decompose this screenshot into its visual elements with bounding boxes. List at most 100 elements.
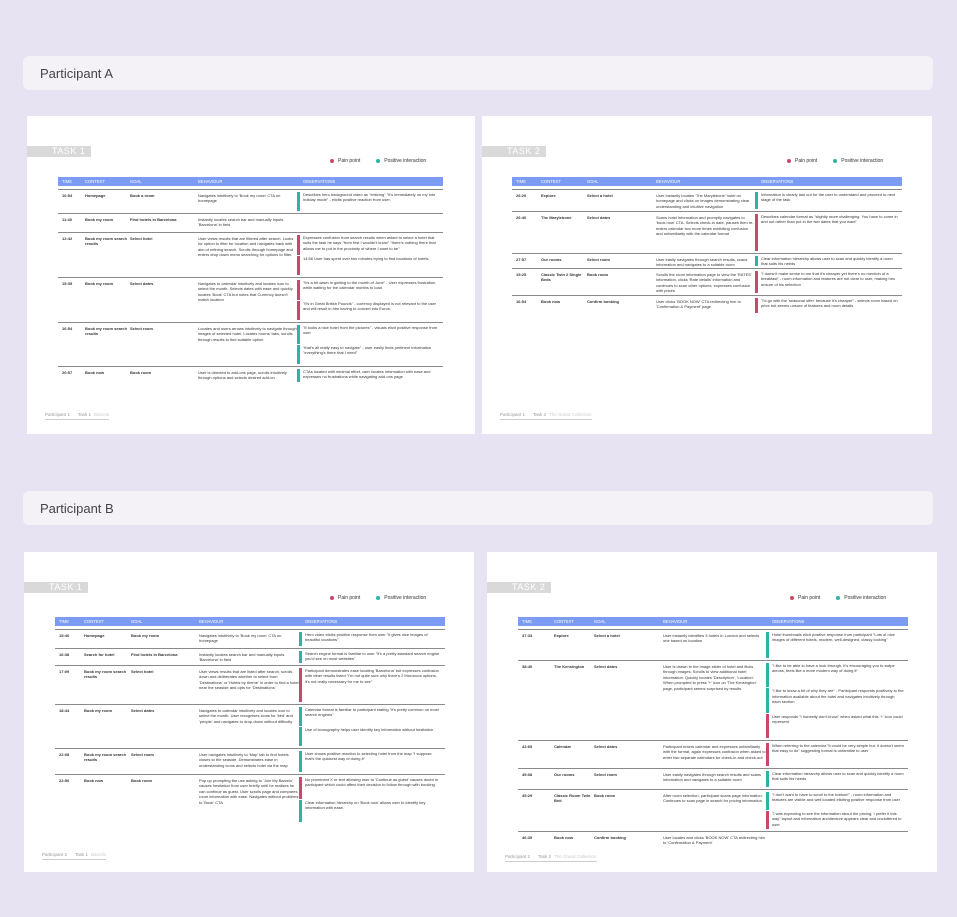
cell-behaviour: User is drawn to the image slider of hot… [663,664,757,691]
pos-marker-icon [766,663,769,688]
pain-marker-icon [766,811,769,829]
pain-dot-icon [790,595,794,600]
task-label: TASK 1 [24,582,88,593]
column-header: TIME [522,619,533,624]
table-row: 12:42 Book my room search results Select h… [58,232,443,277]
pain-point-observation: No prominent X or text allowing user to … [299,777,441,799]
cell-context: Book my room search results [85,326,127,337]
column-header: OBSERVATIONS [772,619,805,624]
footer-task: Task 1 [78,412,92,417]
cell-goal: Find hotels in Barcelona [131,652,178,657]
table-row: 15:40 Homepage Book my room Navigates intui… [55,629,445,648]
cell-time: 45:29 [522,793,533,798]
cell-time: 38:40 [522,664,533,669]
positive-observation: Hotel thumbnails elicit positive respons… [766,632,904,658]
observation-text: Clear information hierarchy on 'Book now… [305,800,426,811]
observation-text: Clear information hierarchy allows user … [772,771,904,782]
positive-dot-icon [836,595,841,600]
column-header: OBSERVATIONS [303,179,336,184]
column-header: OBSERVATIONS [305,619,338,624]
cell-goal: Select dates [594,744,618,749]
column-header: GOAL [587,179,599,184]
pain-marker-icon [766,743,769,766]
positive-observation: Search engine format is familiar to user… [299,651,441,663]
cell-behaviour: User navigates intuitively to 'Map' tab … [199,752,289,768]
column-header: BEHAVIOUR [199,619,224,624]
pain-point-observation: "I doesn't make sense to me that it's ch… [755,271,898,293]
cell-behaviour: User views results that are filtered aft… [198,236,294,258]
table-row: 42:69 Calendar Select dates Participant ent… [518,740,908,768]
legend-positive-label: Positive interaction [384,158,427,164]
legend-pain-label: Pain point [798,595,821,601]
cell-time: 16:54 [516,299,527,304]
cell-behaviour: Scans hotel information and promptly nav… [656,215,754,237]
pain-marker-icon [297,300,300,320]
positive-observation: Use of iconography helps user identify k… [299,727,441,746]
pain-point-observation: User responds "I honestly don't know" wh… [766,713,904,738]
positive-observation: "I like to be able to have a look throug… [766,663,904,688]
pain-point-observation: "It's a bit dawn in getting to the month… [297,280,439,300]
footer-extra: Barcelo [94,412,110,417]
pain-marker-icon [755,271,758,293]
pain-point-observation: "I'd go with the 'seasonal offer' becaus… [755,298,898,313]
cell-time: 15:35 [62,281,73,286]
table-row: 10:54 Homepage Book a room Navigates intuit… [58,189,443,213]
cell-behaviour: Participant enters calendar and expresse… [663,744,766,760]
footer-participant: Participant 2 [505,854,531,859]
positive-observation: "I like to know a bit of why they are" -… [766,688,904,713]
cell-time: 15:25 [516,272,527,277]
cell-goal: Book room [594,793,616,798]
cell-context: Calendar [554,744,572,749]
cell-time: 46:39 [522,835,533,840]
positive-observation: User shows positive reaction to selectin… [299,751,441,772]
table-row: 38:40 The Kensington Select dates User is d… [518,660,908,740]
pain-point-observation: When referring to the calendar "it could… [766,743,904,766]
task-label: TASK 2 [487,582,551,593]
cell-context: Explore [541,193,556,198]
cell-context: Book my room search results [85,236,127,247]
pain-point-observation: Participant demonstrates ease locating '… [299,668,441,702]
observation-text: "I was expecting to see the information … [772,811,902,827]
cell-context: Our rooms [541,257,562,262]
cell-context: Book my room [84,708,113,713]
cell-time: 12:42 [62,236,73,241]
pain-point-observation: 14:56 User has spent over two minutes tr… [297,255,439,275]
column-header: BEHAVIOUR [663,619,688,624]
observation-text: Use of iconography helps user identify k… [305,727,434,732]
cell-behaviour: User instantly locates 'The Marylebone' … [656,193,750,209]
cell-context: Homepage [85,193,106,198]
observation-text: CTAs located with minimal effort, user l… [303,369,431,380]
observation-text: "It looks a nice hotel from the pictures… [303,325,438,336]
cell-context: Our rooms [554,772,575,777]
column-header: TIME [62,179,73,184]
table-row: 45:08 Our rooms Select room User easily nav… [518,768,908,789]
footer-task: Task 2 [533,412,547,417]
cell-goal: Confirm booking [594,835,626,840]
pos-marker-icon [766,792,769,810]
cell-behaviour: Navigates to calendar intuitively and lo… [198,281,293,303]
observation-text: "I'd go with the 'seasonal offer' becaus… [761,298,898,309]
cell-time: 37:33 [522,633,533,638]
legend-positive: Positive interaction [376,595,426,601]
pain-marker-icon [299,668,302,702]
cell-behaviour: Instantly locates search bar and manuall… [198,217,284,228]
legend-pain-label: Pain point [338,595,361,601]
pos-marker-icon [766,771,769,787]
pos-marker-icon [299,707,302,726]
legend-positive: Positive interaction [376,158,426,164]
cell-context: Explore [554,633,569,638]
table-header: TIME CONTEXT GOAL BEHAVIOUR OBSERVATIONS [512,177,902,186]
observation-text: "It's in Great British Pounds" - currenc… [303,300,436,311]
cell-goal: Find hotels in Barcelona [130,217,177,222]
pos-marker-icon [299,727,302,746]
column-header: OBSERVATIONS [761,179,794,184]
observation-text: Describes hero background video as "enti… [303,192,436,203]
pain-marker-icon [297,235,300,255]
table-row: 16:54 Book now Confirm booking User clicks … [512,295,902,315]
legend-pain: Pain point [330,158,360,164]
cell-context: The Kensington [554,664,585,669]
cell-goal: Select dates [131,708,155,713]
table-header: TIME CONTEXT GOAL BEHAVIOUR OBSERVATIONS [55,617,445,626]
cell-behaviour: Navigates to calendar intuitively and lo… [199,708,293,724]
pain-marker-icon [297,280,300,300]
